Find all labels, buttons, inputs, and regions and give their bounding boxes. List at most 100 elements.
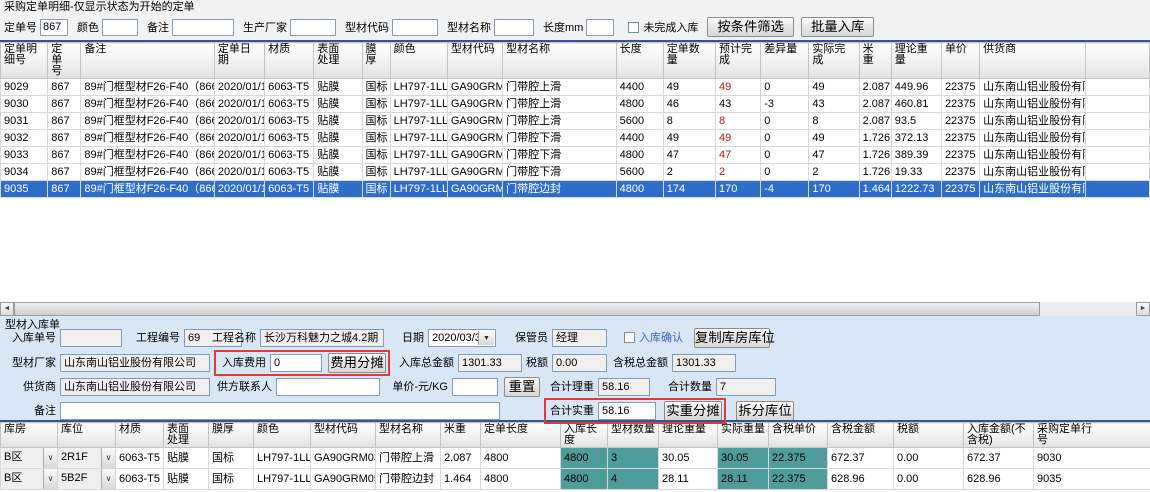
column-header[interactable]: 库房 [1, 423, 58, 448]
location-combo[interactable]: 2R1F∨ [58, 448, 116, 469]
inbound-confirm-checkbox[interactable] [624, 332, 635, 343]
total-amount-field[interactable]: 1301.33 [458, 354, 522, 372]
calendar-dropdown-icon[interactable]: ▼ [478, 331, 494, 345]
order-row[interactable]: 902986789#门框型材F26-F40（866+867）2020/01/13… [1, 79, 1150, 96]
factory-field[interactable]: 山东南山铝业股份有限公司 [60, 354, 210, 372]
date-field[interactable]: 2020/03/31 ▼ [428, 329, 496, 347]
unfinished-inbound-checkbox[interactable] [628, 22, 639, 33]
column-header[interactable]: 实际重量 [718, 423, 769, 448]
length-input[interactable] [586, 19, 614, 36]
column-header[interactable]: 型材名称 [376, 423, 441, 448]
combo-caret-icon[interactable]: ∨ [101, 448, 115, 468]
column-header[interactable]: 型材代码 [311, 423, 376, 448]
column-header[interactable]: 米重 [441, 423, 481, 448]
scroll-left-icon[interactable]: ◄ [0, 302, 14, 316]
column-header[interactable]: 理论重 量 [891, 43, 941, 79]
copy-location-button[interactable]: 复制库房库位 [694, 328, 770, 348]
column-header[interactable]: 膜 厚 [362, 43, 390, 79]
column-header[interactable]: 表面 处理 [314, 43, 362, 79]
column-header[interactable]: 型材代码 [447, 43, 502, 79]
order-row[interactable]: 903286789#门框型材F26-F40（866+867）2020/01/13… [1, 130, 1150, 147]
order-row[interactable]: 903186789#门框型材F26-F40（866+867）2020/01/13… [1, 113, 1150, 130]
remark-input[interactable] [172, 19, 234, 36]
tax-field[interactable]: 0.00 [552, 354, 607, 372]
cell: GA90GRM03 [311, 448, 376, 469]
profile-name-input[interactable] [494, 19, 534, 36]
column-header[interactable]: 表面 处理 [164, 423, 209, 448]
column-header[interactable] [1085, 43, 1149, 79]
column-header[interactable]: 入库金额(不 含税) [964, 423, 1034, 448]
column-header[interactable]: 型材名称 [503, 43, 616, 79]
color-input[interactable] [102, 19, 138, 36]
combo-caret-icon[interactable]: ∨ [101, 469, 115, 489]
scroll-right-icon[interactable]: ► [1136, 302, 1150, 316]
order-row[interactable]: 903586789#门框型材F26-F40（866+867）2020/01/13… [1, 181, 1150, 198]
warehouse-combo[interactable]: B区∨ [1, 469, 58, 490]
location-combo[interactable]: 5B2F∨ [58, 469, 116, 490]
column-header[interactable]: 单价 [941, 43, 979, 79]
inbound-no-field[interactable] [60, 329, 122, 347]
combo-caret-icon[interactable]: ∨ [43, 469, 57, 489]
column-header[interactable]: 税额 [894, 423, 964, 448]
column-header[interactable]: 备注 [81, 43, 215, 79]
bottom-remark-field[interactable] [60, 402, 500, 420]
column-header[interactable]: 入库长度 [561, 423, 608, 448]
warehouse-combo[interactable]: B区∨ [1, 448, 58, 469]
cell: 国标 [209, 469, 254, 490]
inbound-fee-field[interactable]: 0 [270, 354, 322, 372]
horizontal-scrollbar[interactable]: ◄ ► [0, 302, 1150, 316]
theory-weight-field[interactable]: 58.16 [598, 378, 650, 396]
column-header[interactable]: 采购定单行 号 [1034, 423, 1150, 448]
cell: 4800 [616, 147, 663, 164]
column-header[interactable]: 定 单 号 [48, 43, 81, 79]
column-header[interactable]: 库位 [58, 423, 116, 448]
keeper-field[interactable]: 经理 [552, 329, 607, 347]
column-header[interactable]: 差异量 [761, 43, 809, 79]
profile-code-input[interactable] [392, 19, 438, 36]
column-header[interactable]: 含税金额 [828, 423, 894, 448]
unit-price-field[interactable] [452, 378, 498, 396]
column-header[interactable]: 材质 [265, 43, 314, 79]
column-header[interactable]: 颜色 [254, 423, 311, 448]
total-qty-field[interactable]: 7 [716, 378, 776, 396]
cell: 43 [809, 96, 859, 113]
tax-total-field[interactable]: 1301.33 [672, 354, 736, 372]
filter-by-condition-button[interactable]: 按条件筛选 [707, 17, 794, 37]
column-header[interactable]: 定单长度 [481, 423, 561, 448]
column-header[interactable]: 实际完 成 [809, 43, 859, 79]
column-header[interactable]: 预计完 成 [716, 43, 761, 79]
column-header[interactable]: 含税单价 [769, 423, 828, 448]
column-header[interactable]: 长度 [616, 43, 663, 79]
order-row[interactable]: 903486789#门框型材F26-F40（866+867）2020/01/13… [1, 164, 1150, 181]
actual-weight-field[interactable]: 58.16 [598, 402, 656, 420]
column-header[interactable]: 定单明 细号 [1, 43, 48, 79]
order-row[interactable]: 903386789#门框型材F26-F40（866+867）2020/01/13… [1, 147, 1150, 164]
split-location-button[interactable]: 拆分库位 [736, 401, 794, 421]
weight-share-button[interactable]: 实重分摊 [664, 401, 722, 421]
project-name-field[interactable]: 长沙万科魅力之城4.2期 [260, 329, 384, 347]
manufacturer-label: 生产厂家 [243, 19, 287, 35]
batch-inbound-button[interactable]: 批量入库 [801, 17, 874, 37]
order-row[interactable]: 903086789#门框型材F26-F40（866+867）2020/01/13… [1, 96, 1150, 113]
inbound-row[interactable]: B区∨5B2F∨6063-T5贴膜国标LH797-1LL0GA90GRM05门带… [1, 469, 1150, 490]
manufacturer-input[interactable] [290, 19, 336, 36]
column-header[interactable]: 材质 [116, 423, 164, 448]
column-header[interactable]: 颜色 [390, 43, 447, 79]
column-header[interactable]: 理论重量 [659, 423, 718, 448]
scrollbar-thumb[interactable] [14, 302, 1040, 316]
column-header[interactable]: 型材数量 [608, 423, 659, 448]
column-header[interactable]: 米 重 [859, 43, 891, 79]
column-header[interactable]: 定单数 量 [663, 43, 715, 79]
cell: 国标 [362, 113, 390, 130]
supplier-field[interactable]: 山东南山铝业股份有限公司 [60, 378, 210, 396]
inbound-row[interactable]: B区∨2R1F∨6063-T5贴膜国标LH797-1LL0GA90GRM03门带… [1, 448, 1150, 469]
column-header[interactable]: 供货商 [980, 43, 1085, 79]
reset-button[interactable]: 重置 [504, 377, 540, 397]
column-header[interactable]: 定单日期 [214, 43, 264, 79]
fee-share-button[interactable]: 费用分摊 [328, 353, 386, 373]
combo-caret-icon[interactable]: ∨ [43, 448, 57, 468]
contact-field[interactable] [276, 378, 380, 396]
cell: 4800 [481, 469, 561, 490]
order-no-input[interactable]: 867 [40, 19, 68, 36]
column-header[interactable]: 膜厚 [209, 423, 254, 448]
